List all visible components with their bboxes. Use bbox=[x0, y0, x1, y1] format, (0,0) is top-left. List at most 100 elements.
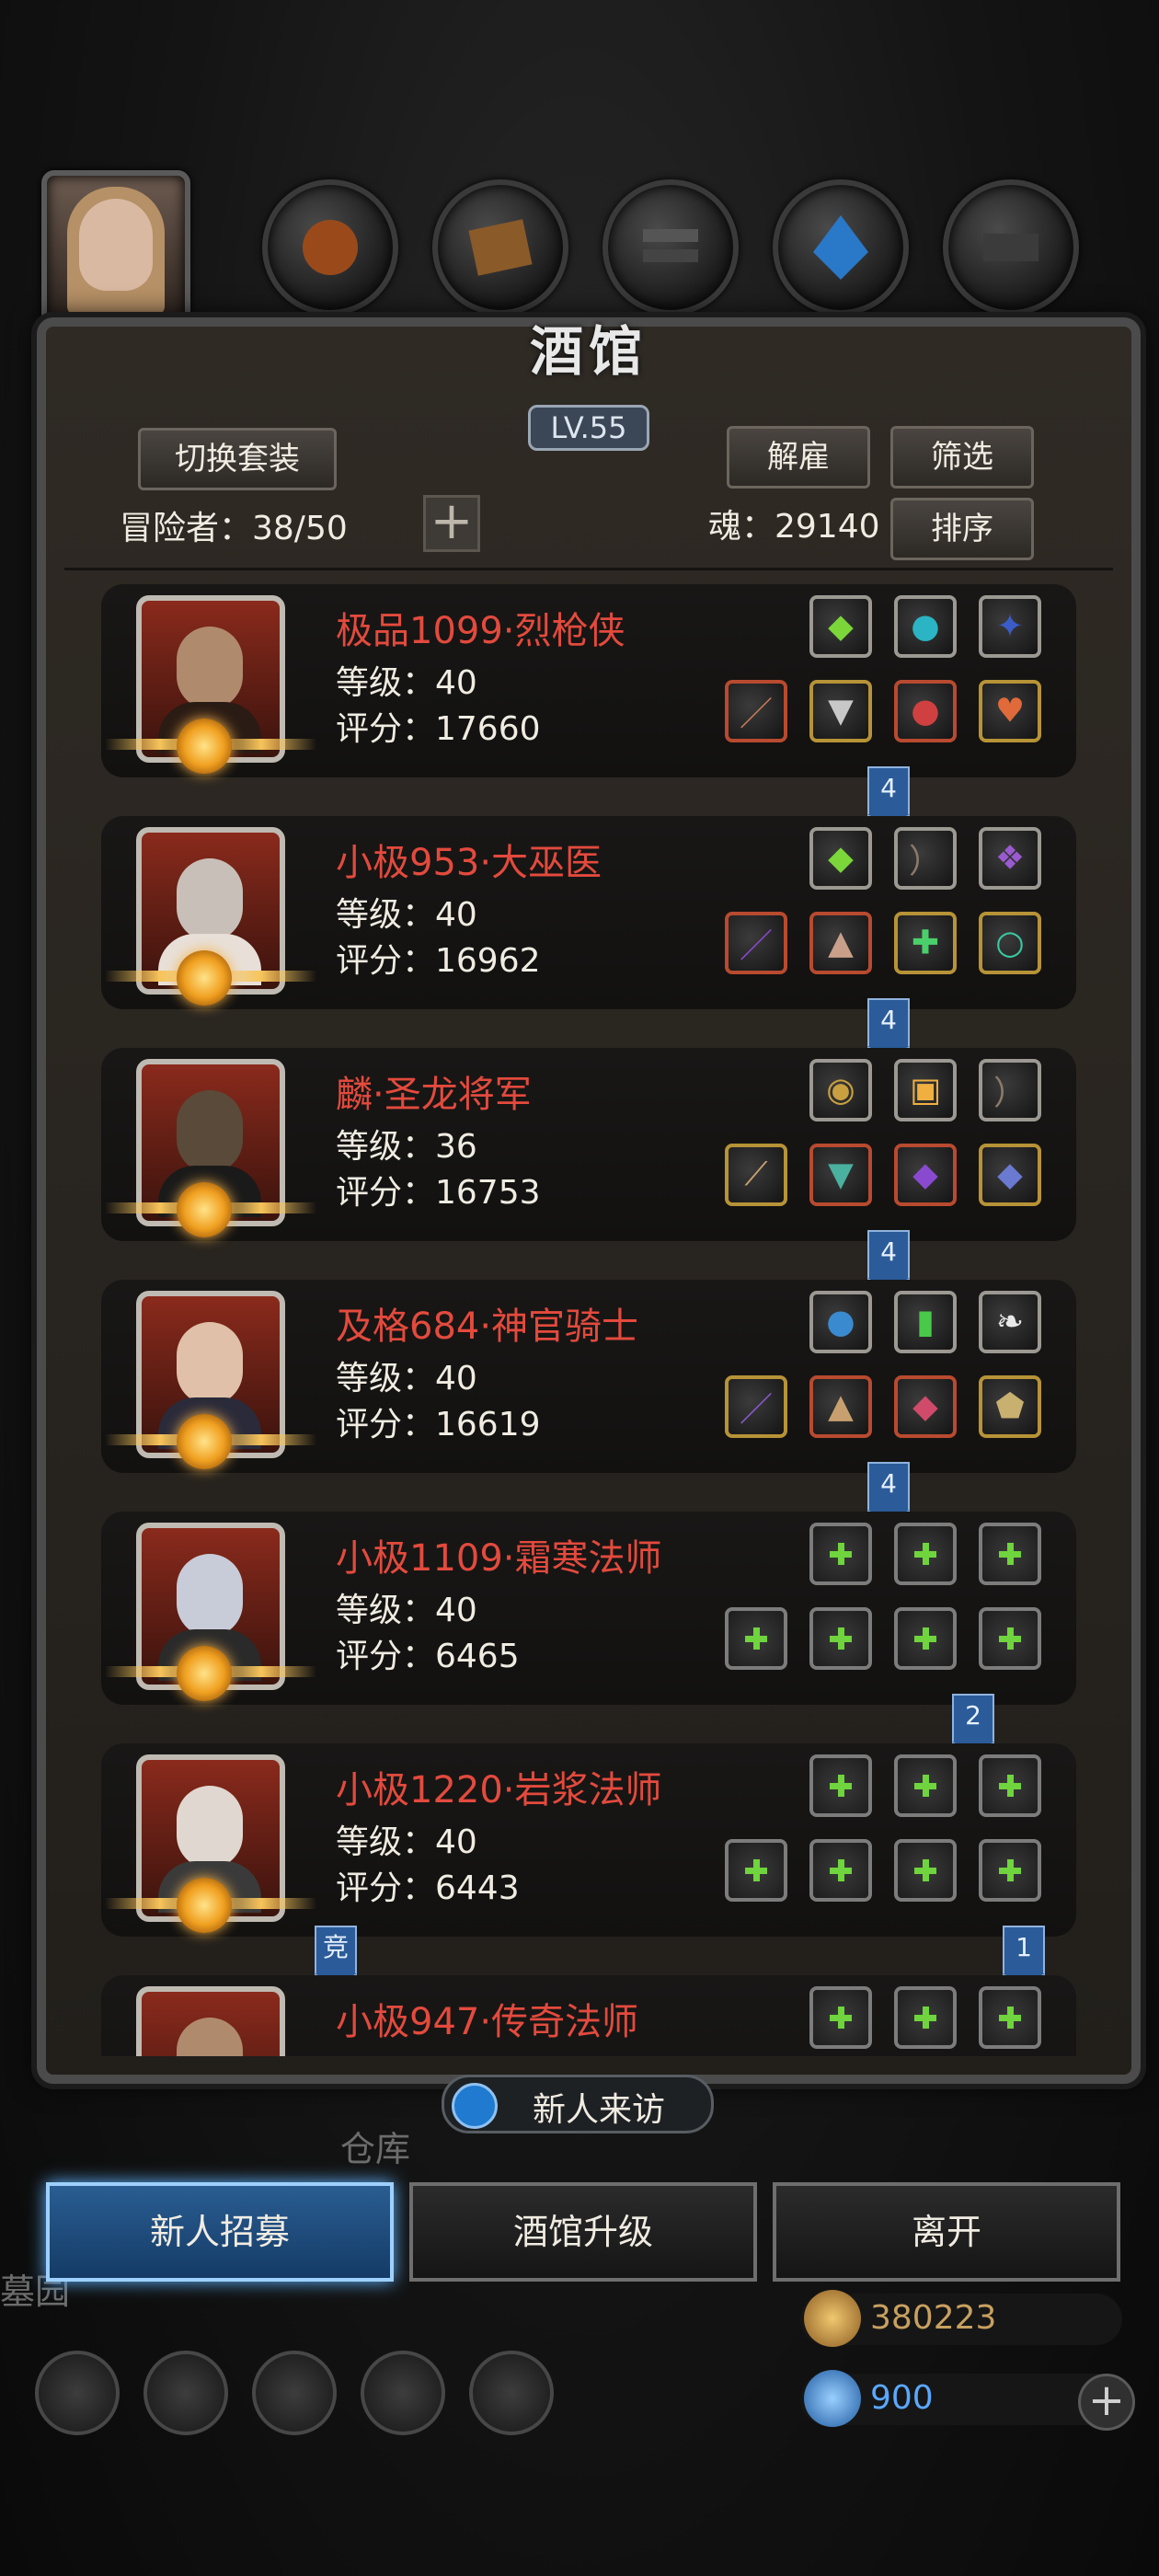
equip-slot[interactable]: ） bbox=[894, 827, 957, 890]
leave-button[interactable]: 离开 bbox=[773, 2182, 1120, 2282]
red-amulet-icon: ◆ bbox=[912, 1387, 938, 1426]
mail-icon[interactable] bbox=[361, 2351, 445, 2435]
add-gems-button[interactable]: + bbox=[1078, 2374, 1135, 2431]
empty-slot[interactable] bbox=[979, 1986, 1041, 2049]
equip-slot[interactable]: ） bbox=[979, 1059, 1041, 1121]
equip-slot[interactable]: ◆ bbox=[809, 827, 872, 890]
sort-button[interactable]: 排序 bbox=[890, 498, 1034, 560]
blue-armor-icon: ✦ bbox=[995, 607, 1025, 646]
crystal-tab[interactable] bbox=[773, 179, 909, 316]
empty-slot[interactable] bbox=[809, 1754, 872, 1817]
empty-slot[interactable] bbox=[894, 1986, 957, 2049]
equip-slot[interactable]: ／ bbox=[725, 1375, 787, 1438]
empty-slot[interactable] bbox=[894, 1754, 957, 1817]
dismiss-button[interactable]: 解雇 bbox=[727, 426, 870, 489]
equip-slot[interactable]: ▲ bbox=[809, 1375, 872, 1438]
equip-slot[interactable]: ◆ bbox=[894, 1144, 957, 1206]
green-crystal-icon: ◆ bbox=[828, 607, 854, 646]
empty-slot[interactable] bbox=[809, 1523, 872, 1585]
tavern-level-badge: LV.55 bbox=[528, 405, 649, 451]
ring-icon: ○ bbox=[995, 924, 1025, 962]
anvil-tab[interactable] bbox=[602, 179, 739, 316]
switch-outfit-button[interactable]: 切换套装 bbox=[138, 428, 337, 490]
equip-slot[interactable]: ◆ bbox=[809, 595, 872, 658]
clock-icon bbox=[452, 2083, 498, 2129]
equip-slot[interactable]: ● bbox=[894, 680, 957, 742]
hero-list[interactable]: 极品1099·烈枪侠 等级：40 评分：17660 ◆ ● ✦ ／ ▼ ● ♥ … bbox=[101, 584, 1076, 2056]
equip-slot[interactable]: ／ bbox=[725, 680, 787, 742]
equip-slot[interactable]: ♥ bbox=[979, 680, 1041, 742]
hero-card[interactable]: 及格684·神官骑士 等级：40 评分：16619 ● ▮ ❧ ／ ▲ ◆ ⬟ … bbox=[101, 1280, 1076, 1521]
empty-slot[interactable] bbox=[979, 1839, 1041, 1902]
hero-avatar bbox=[105, 1059, 316, 1237]
equip-slot[interactable]: ✦ bbox=[979, 595, 1041, 658]
empty-slot[interactable] bbox=[809, 1607, 872, 1670]
equip-slot[interactable]: ／ bbox=[725, 912, 787, 974]
hero-score: 评分：17660 bbox=[336, 710, 541, 748]
set-count-badge: 1 bbox=[1003, 1926, 1045, 1984]
character-portrait-tab[interactable] bbox=[41, 170, 190, 328]
equip-slot[interactable]: ✚ bbox=[894, 912, 957, 974]
equip-slot[interactable]: ▼ bbox=[809, 680, 872, 742]
codex-icon[interactable] bbox=[252, 2351, 337, 2435]
recruit-button[interactable]: 新人招募 bbox=[46, 2182, 394, 2282]
hero-card[interactable]: 小极947·传奇法师 bbox=[101, 1975, 1076, 2056]
add-equip-icon bbox=[999, 2007, 1021, 2029]
hero-card[interactable]: 小极953·大巫医 等级：40 评分：16962 ◆ ） ❖ ／ ▲ ✚ ○ 4 bbox=[101, 816, 1076, 1057]
upgrade-tavern-button[interactable]: 酒馆升级 bbox=[409, 2182, 757, 2282]
equip-slot[interactable]: ◆ bbox=[894, 1375, 957, 1438]
hero-avatar bbox=[105, 1754, 316, 1933]
equip-slot[interactable]: ○ bbox=[979, 912, 1041, 974]
helmet-tab[interactable] bbox=[262, 179, 398, 316]
filter-button[interactable]: 筛选 bbox=[890, 426, 1034, 489]
scroll-icon bbox=[983, 234, 1039, 261]
empty-slot[interactable] bbox=[979, 1754, 1041, 1817]
equip-slot[interactable]: ● bbox=[809, 1291, 872, 1353]
shop-icon[interactable] bbox=[469, 2351, 554, 2435]
equip-slot[interactable]: ❖ bbox=[979, 827, 1041, 890]
equip-slot[interactable]: ▣ bbox=[894, 1059, 957, 1121]
equip-slot[interactable]: ❧ bbox=[979, 1291, 1041, 1353]
hero-name: 小极1220·岩浆法师 bbox=[336, 1769, 662, 1811]
empty-slot[interactable] bbox=[725, 1607, 787, 1670]
empty-slot[interactable] bbox=[979, 1607, 1041, 1670]
empty-slot[interactable] bbox=[809, 1986, 872, 2049]
robe-icon: ▲ bbox=[828, 924, 854, 962]
add-equip-icon bbox=[999, 1543, 1021, 1565]
equip-slot[interactable]: ● bbox=[894, 595, 957, 658]
scroll-tab[interactable] bbox=[943, 179, 1079, 316]
equip-slot[interactable]: ⬟ bbox=[979, 1375, 1041, 1438]
hero-name: 小极1109·霜寒法师 bbox=[336, 1537, 662, 1580]
hero-name: 及格684·神官骑士 bbox=[336, 1305, 639, 1348]
empty-slot[interactable] bbox=[894, 1607, 957, 1670]
hero-avatar bbox=[105, 1523, 316, 1701]
equip-slot[interactable]: ◆ bbox=[979, 1144, 1041, 1206]
lantern-icon: ▣ bbox=[909, 1071, 942, 1110]
gold-amount: 380223 bbox=[870, 2299, 997, 2337]
empty-slot[interactable] bbox=[894, 1839, 957, 1902]
hero-card[interactable]: 极品1099·烈枪侠 等级：40 评分：17660 ◆ ● ✦ ／ ▼ ● ♥ … bbox=[101, 584, 1076, 825]
new-visitor-bar[interactable]: 新人来访 bbox=[442, 2075, 714, 2133]
settings-icon[interactable] bbox=[35, 2351, 120, 2435]
hero-card[interactable]: 小极1220·岩浆法师 等级：40 评分：6443 竞 1 bbox=[101, 1743, 1076, 1984]
equip-slot[interactable]: ▮ bbox=[894, 1291, 957, 1353]
add-equip-icon bbox=[830, 1627, 852, 1650]
empty-slot[interactable] bbox=[809, 1839, 872, 1902]
expand-capacity-button[interactable]: + bbox=[423, 495, 480, 552]
hero-card[interactable]: 小极1109·霜寒法师 等级：40 评分：6465 2 bbox=[101, 1512, 1076, 1753]
add-equip-icon bbox=[745, 1627, 767, 1650]
achievement-icon[interactable] bbox=[143, 2351, 228, 2435]
empty-slot[interactable] bbox=[894, 1523, 957, 1585]
equip-slot[interactable]: ▲ bbox=[809, 912, 872, 974]
book-tab[interactable] bbox=[432, 179, 568, 316]
hero-card[interactable]: 麟·圣龙将军 等级：36 评分：16753 ◉ ▣ ） ⟋ ▼ ◆ ◆ 4 bbox=[101, 1048, 1076, 1289]
add-equip-icon bbox=[914, 2007, 936, 2029]
equip-slot[interactable]: ⟋ bbox=[725, 1144, 787, 1206]
equip-slot[interactable]: ▼ bbox=[809, 1144, 872, 1206]
empty-slot[interactable] bbox=[979, 1523, 1041, 1585]
hero-level: 等级：40 bbox=[336, 1360, 477, 1397]
set-count-badge: 4 bbox=[867, 998, 910, 1057]
empty-slot[interactable] bbox=[725, 1839, 787, 1902]
wing-icon: ❧ bbox=[995, 1303, 1025, 1341]
equip-slot[interactable]: ◉ bbox=[809, 1059, 872, 1121]
